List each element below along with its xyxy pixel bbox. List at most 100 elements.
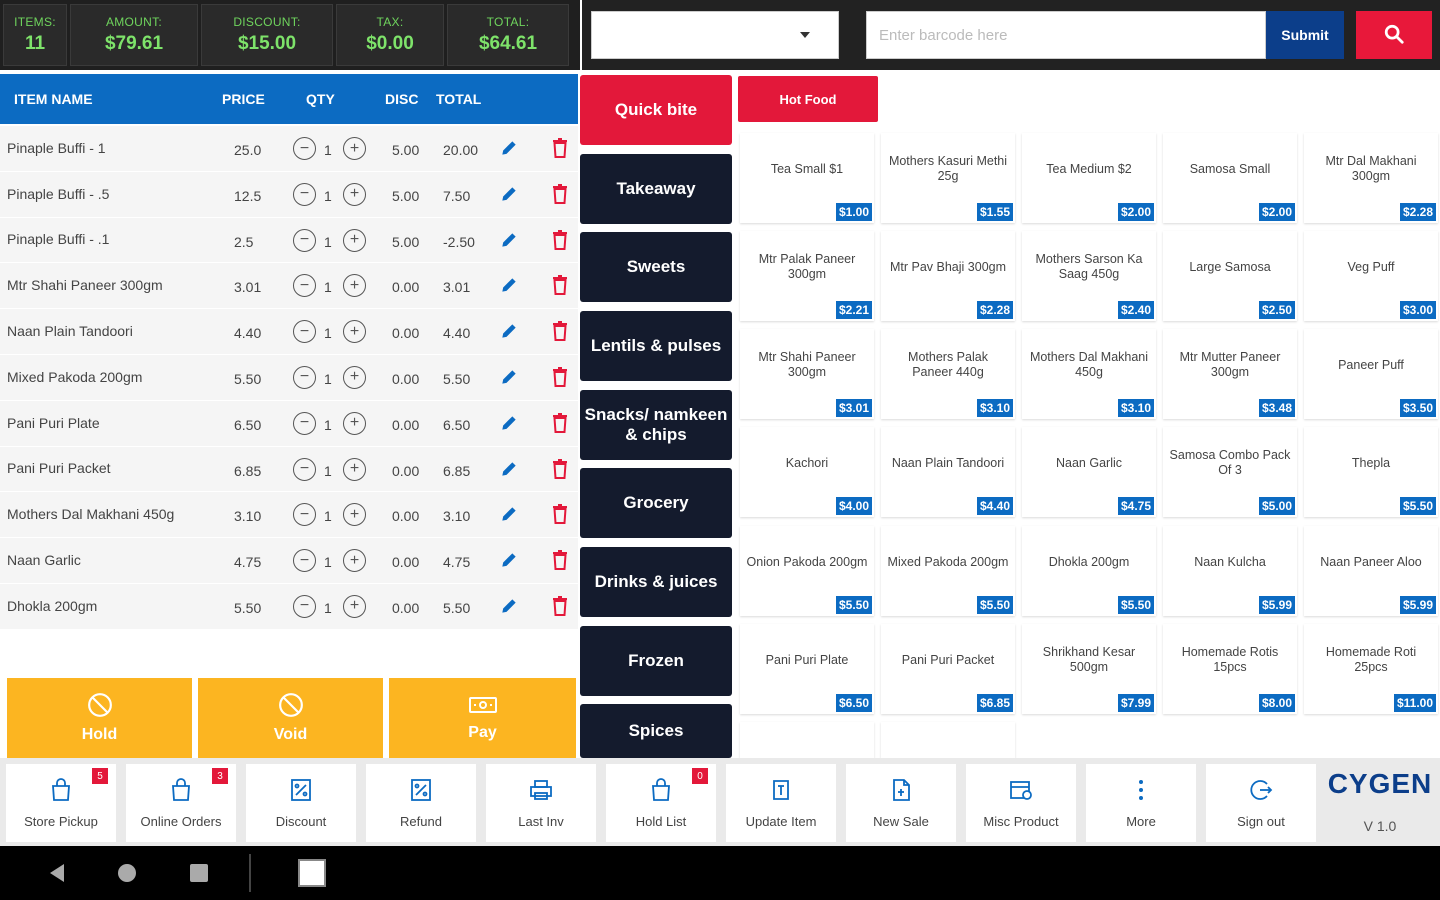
pay-button[interactable]: Pay	[389, 678, 576, 758]
refund-button[interactable]: Refund	[366, 764, 476, 842]
product-tile[interactable]: Mtr Pav Bhaji 300gm $2.28	[881, 231, 1015, 321]
product-tile[interactable]: Samosa Combo Pack Of 3 $5.00	[1163, 427, 1297, 517]
product-tile[interactable]: Naan Paneer Aloo $5.99	[1304, 526, 1438, 616]
app-thumbnail-icon[interactable]	[298, 859, 326, 887]
increase-qty-button[interactable]: +	[343, 274, 366, 298]
product-tile[interactable]: Mtr Mutter Paneer 300gm $3.48	[1163, 329, 1297, 419]
sign-out-button[interactable]: Sign out	[1206, 764, 1316, 842]
increase-qty-button[interactable]: +	[343, 457, 366, 481]
category-button[interactable]: Sweets	[580, 232, 732, 302]
edit-icon[interactable]	[499, 321, 519, 341]
store-pickup-button[interactable]: Store Pickup 5	[6, 764, 116, 842]
new-sale-button[interactable]: New Sale	[846, 764, 956, 842]
edit-icon[interactable]	[499, 275, 519, 295]
increase-qty-button[interactable]: +	[343, 411, 366, 435]
product-tile[interactable]: Mothers Palak Paneer 440g $3.10	[881, 329, 1015, 419]
delete-icon[interactable]	[552, 321, 568, 342]
decrease-qty-button[interactable]: −	[293, 411, 316, 435]
decrease-qty-button[interactable]: −	[293, 365, 316, 389]
decrease-qty-button[interactable]: −	[293, 594, 316, 618]
product-tile[interactable]: Shrikhand Kesar 500gm $7.99	[1022, 624, 1156, 714]
recents-icon[interactable]	[190, 864, 208, 882]
product-tile[interactable]: Tea Medium $2 $2.00	[1022, 133, 1156, 223]
increase-qty-button[interactable]: +	[343, 137, 366, 160]
product-tile[interactable]: Mothers Sarson Ka Saag 450g $2.40	[1022, 231, 1156, 321]
product-tile[interactable]: Veg Puff $3.00	[1304, 231, 1438, 321]
increase-qty-button[interactable]: +	[343, 320, 366, 344]
increase-qty-button[interactable]: +	[343, 549, 366, 573]
last-invoice-button[interactable]: Last Inv	[486, 764, 596, 842]
product-tile[interactable]: Samosa Small $2.00	[1163, 133, 1297, 223]
product-tile[interactable]	[881, 722, 1015, 758]
category-button[interactable]: Drinks & juices	[580, 547, 732, 617]
decrease-qty-button[interactable]: −	[293, 228, 316, 252]
delete-icon[interactable]	[552, 138, 568, 158]
hold-button[interactable]: Hold	[7, 678, 192, 758]
category-button[interactable]: Grocery	[580, 468, 732, 538]
decrease-qty-button[interactable]: −	[293, 182, 316, 206]
product-tile[interactable]: Pani Puri Plate $6.50	[740, 624, 874, 714]
edit-icon[interactable]	[499, 504, 519, 524]
edit-icon[interactable]	[499, 413, 519, 433]
product-tile[interactable]	[740, 722, 874, 758]
decrease-qty-button[interactable]: −	[293, 274, 316, 298]
product-tile[interactable]: Mothers Kasuri Methi 25g $1.55	[881, 133, 1015, 223]
product-tile[interactable]: Mtr Palak Paneer 300gm $2.21	[740, 231, 874, 321]
product-tile[interactable]: Mothers Dal Makhani 450g $3.10	[1022, 329, 1156, 419]
product-tile[interactable]: Onion Pakoda 200gm $5.50	[740, 526, 874, 616]
decrease-qty-button[interactable]: −	[293, 549, 316, 573]
void-button[interactable]: Void	[198, 678, 383, 758]
category-button[interactable]: Spices	[580, 704, 732, 758]
online-orders-button[interactable]: Online Orders 3	[126, 764, 236, 842]
edit-icon[interactable]	[499, 230, 519, 250]
home-icon[interactable]	[117, 863, 137, 883]
product-tile[interactable]: Mixed Pakoda 200gm $5.50	[881, 526, 1015, 616]
category-button[interactable]: Takeaway	[580, 154, 732, 224]
product-tile[interactable]: Paneer Puff $3.50	[1304, 329, 1438, 419]
edit-icon[interactable]	[499, 596, 519, 616]
increase-qty-button[interactable]: +	[343, 182, 366, 206]
category-button[interactable]: Lentils & pulses	[580, 311, 732, 381]
product-tile[interactable]: Tea Small $1 $1.00	[740, 133, 874, 223]
decrease-qty-button[interactable]: −	[293, 320, 316, 344]
update-item-button[interactable]: Update Item	[726, 764, 836, 842]
product-tile[interactable]: Naan Kulcha $5.99	[1163, 526, 1297, 616]
product-tile[interactable]: Thepla $5.50	[1304, 427, 1438, 517]
category-button[interactable]: Quick bite	[580, 75, 732, 145]
decrease-qty-button[interactable]: −	[293, 457, 316, 481]
edit-icon[interactable]	[499, 459, 519, 479]
category-dropdown[interactable]	[591, 11, 839, 59]
category-button[interactable]: Snacks/ namkeen & chips	[580, 390, 732, 460]
increase-qty-button[interactable]: +	[343, 503, 366, 527]
delete-icon[interactable]	[552, 504, 568, 525]
decrease-qty-button[interactable]: −	[293, 503, 316, 527]
product-tile[interactable]: Large Samosa $2.50	[1163, 231, 1297, 321]
increase-qty-button[interactable]: +	[343, 228, 366, 252]
misc-product-button[interactable]: Misc Product	[966, 764, 1076, 842]
edit-icon[interactable]	[499, 184, 519, 204]
delete-icon[interactable]	[552, 229, 568, 250]
increase-qty-button[interactable]: +	[343, 594, 366, 618]
product-tile[interactable]: Naan Plain Tandoori $4.40	[881, 427, 1015, 517]
decrease-qty-button[interactable]: −	[293, 137, 316, 160]
edit-icon[interactable]	[499, 550, 519, 570]
product-tile[interactable]: Naan Garlic $4.75	[1022, 427, 1156, 517]
edit-icon[interactable]	[499, 367, 519, 387]
back-icon[interactable]	[48, 863, 66, 883]
product-tile[interactable]: Homemade Rotis 15pcs $8.00	[1163, 624, 1297, 714]
delete-icon[interactable]	[552, 595, 568, 616]
barcode-input[interactable]	[866, 11, 1266, 59]
delete-icon[interactable]	[552, 366, 568, 387]
product-tile[interactable]: Pani Puri Packet $6.85	[881, 624, 1015, 714]
edit-icon[interactable]	[499, 138, 519, 158]
product-tile[interactable]: Dhokla 200gm $5.50	[1022, 526, 1156, 616]
product-tile[interactable]: Mtr Shahi Paneer 300gm $3.01	[740, 329, 874, 419]
more-button[interactable]: More	[1086, 764, 1196, 842]
category-button[interactable]: Frozen	[580, 626, 732, 696]
increase-qty-button[interactable]: +	[343, 365, 366, 389]
search-button[interactable]	[1356, 11, 1432, 59]
delete-icon[interactable]	[552, 550, 568, 571]
product-tile[interactable]: Mtr Dal Makhani 300gm $2.28	[1304, 133, 1438, 223]
delete-icon[interactable]	[552, 412, 568, 433]
delete-icon[interactable]	[552, 458, 568, 479]
